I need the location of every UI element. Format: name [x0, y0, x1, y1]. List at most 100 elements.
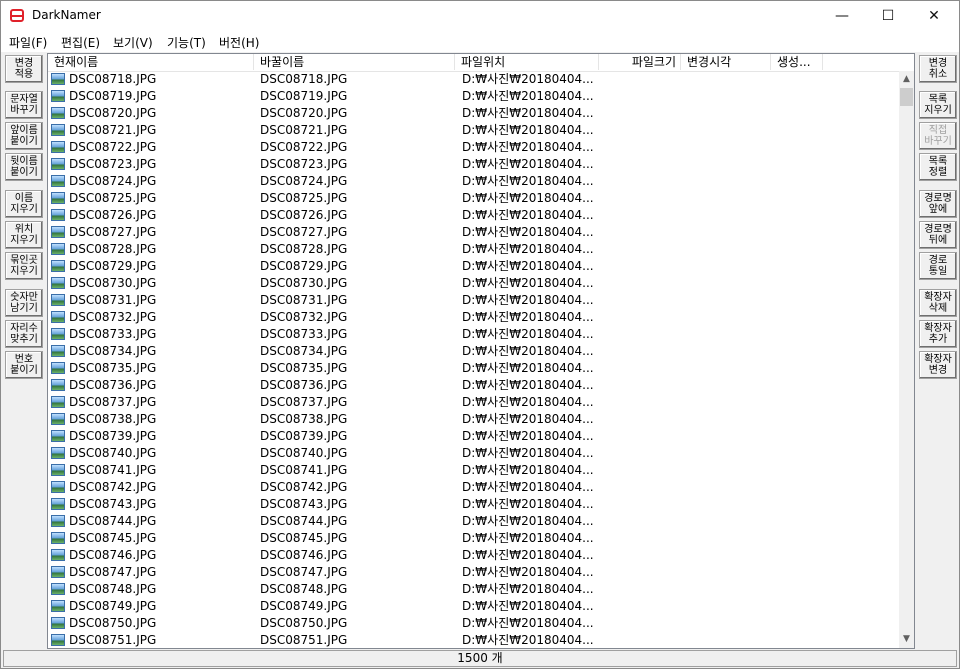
- path-cell: D:₩사진₩20180404...: [462, 446, 594, 460]
- add-extension-button[interactable]: 확장자 추가: [919, 320, 957, 348]
- remove-position-button[interactable]: 위치 지우기: [5, 221, 43, 249]
- path-cell: D:₩사진₩20180404...: [462, 72, 594, 86]
- maximize-button[interactable]: ☐: [865, 1, 911, 31]
- current-name-cell: DSC08718.JPG: [69, 72, 157, 86]
- path-prefix-button[interactable]: 경로명 앞에: [919, 190, 957, 218]
- table-row[interactable]: DSC08750.JPG DSC08750.JPG D:₩사진₩20180404..…: [48, 615, 899, 632]
- table-row[interactable]: DSC08741.JPG DSC08741.JPG D:₩사진₩20180404..…: [48, 462, 899, 479]
- menu-edit[interactable]: 편집(E): [61, 34, 100, 51]
- new-name-cell: DSC08729.JPG: [260, 259, 348, 273]
- column-current-name[interactable]: 현재이름: [48, 54, 254, 70]
- close-button[interactable]: ✕: [911, 1, 957, 31]
- current-name-cell: DSC08736.JPG: [69, 378, 157, 392]
- scroll-down-icon[interactable]: ▼: [899, 631, 914, 648]
- table-row[interactable]: DSC08739.JPG DSC08739.JPG D:₩사진₩20180404..…: [48, 428, 899, 445]
- menu-view[interactable]: 보기(V): [113, 34, 153, 51]
- scroll-up-icon[interactable]: ▲: [899, 71, 914, 88]
- table-row[interactable]: DSC08720.JPG DSC08720.JPG D:₩사진₩20180404..…: [48, 105, 899, 122]
- image-file-icon: [51, 277, 65, 289]
- scroll-thumb[interactable]: [900, 88, 913, 106]
- column-path[interactable]: 파일위치: [455, 54, 599, 70]
- table-row[interactable]: DSC08747.JPG DSC08747.JPG D:₩사진₩20180404..…: [48, 564, 899, 581]
- table-row[interactable]: DSC08719.JPG DSC08719.JPG D:₩사진₩20180404..…: [48, 88, 899, 105]
- table-row[interactable]: DSC08727.JPG DSC08727.JPG D:₩사진₩20180404..…: [48, 224, 899, 241]
- path-cell: D:₩사진₩20180404...: [462, 344, 594, 358]
- column-size[interactable]: 파일크기: [599, 54, 681, 70]
- new-name-cell: DSC08745.JPG: [260, 531, 348, 545]
- table-row[interactable]: DSC08728.JPG DSC08728.JPG D:₩사진₩20180404..…: [48, 241, 899, 258]
- new-name-cell: DSC08749.JPG: [260, 599, 348, 613]
- change-extension-button[interactable]: 확장자 변경: [919, 351, 957, 379]
- table-row[interactable]: DSC08735.JPG DSC08735.JPG D:₩사진₩20180404..…: [48, 360, 899, 377]
- table-row[interactable]: DSC08746.JPG DSC08746.JPG D:₩사진₩20180404..…: [48, 547, 899, 564]
- table-row[interactable]: DSC08734.JPG DSC08734.JPG D:₩사진₩20180404..…: [48, 343, 899, 360]
- path-cell: D:₩사진₩20180404...: [462, 89, 594, 103]
- new-name-cell: DSC08735.JPG: [260, 361, 348, 375]
- table-row[interactable]: DSC08744.JPG DSC08744.JPG D:₩사진₩20180404..…: [48, 513, 899, 530]
- table-row[interactable]: DSC08751.JPG DSC08751.JPG D:₩사진₩20180404..…: [48, 632, 899, 648]
- table-row[interactable]: DSC08745.JPG DSC08745.JPG D:₩사진₩20180404..…: [48, 530, 899, 547]
- menu-version[interactable]: 버전(H): [219, 34, 259, 51]
- image-file-icon: [51, 294, 65, 306]
- menu-file[interactable]: 파일(F): [9, 34, 47, 51]
- new-name-cell: DSC08748.JPG: [260, 582, 348, 596]
- table-row[interactable]: DSC08729.JPG DSC08729.JPG D:₩사진₩20180404..…: [48, 258, 899, 275]
- replace-string-button[interactable]: 문자열 바꾸기: [5, 91, 43, 119]
- table-row[interactable]: DSC08740.JPG DSC08740.JPG D:₩사진₩20180404..…: [48, 445, 899, 462]
- path-cell: D:₩사진₩20180404...: [462, 106, 594, 120]
- table-row[interactable]: DSC08730.JPG DSC08730.JPG D:₩사진₩20180404..…: [48, 275, 899, 292]
- table-row[interactable]: DSC08721.JPG DSC08721.JPG D:₩사진₩20180404..…: [48, 122, 899, 139]
- minimize-button[interactable]: —: [819, 1, 865, 31]
- unify-path-button[interactable]: 경로 통일: [919, 252, 957, 280]
- table-row[interactable]: DSC08749.JPG DSC08749.JPG D:₩사진₩20180404..…: [48, 598, 899, 615]
- table-row[interactable]: DSC08748.JPG DSC08748.JPG D:₩사진₩20180404..…: [48, 581, 899, 598]
- file-list[interactable]: 현재이름 바꿀이름 파일위치 파일크기 변경시각 생성... DSC08718.…: [47, 53, 915, 649]
- undo-changes-button[interactable]: 변경 취소: [919, 55, 957, 83]
- table-row[interactable]: DSC08733.JPG DSC08733.JPG D:₩사진₩20180404..…: [48, 326, 899, 343]
- table-row[interactable]: DSC08723.JPG DSC08723.JPG D:₩사진₩20180404..…: [48, 156, 899, 173]
- table-row[interactable]: DSC08722.JPG DSC08722.JPG D:₩사진₩20180404..…: [48, 139, 899, 156]
- table-row[interactable]: DSC08736.JPG DSC08736.JPG D:₩사진₩20180404..…: [48, 377, 899, 394]
- path-cell: D:₩사진₩20180404...: [462, 174, 594, 188]
- suffix-name-button[interactable]: 뒷이름 붙이기: [5, 153, 43, 181]
- current-name-cell: DSC08751.JPG: [69, 633, 157, 647]
- new-name-cell: DSC08725.JPG: [260, 191, 348, 205]
- table-row[interactable]: DSC08725.JPG DSC08725.JPG D:₩사진₩20180404..…: [48, 190, 899, 207]
- direct-rename-button[interactable]: 직접 바꾸기: [919, 122, 957, 150]
- table-row[interactable]: DSC08743.JPG DSC08743.JPG D:₩사진₩20180404..…: [48, 496, 899, 513]
- prefix-name-button[interactable]: 앞이름 붙이기: [5, 122, 43, 150]
- path-cell: D:₩사진₩20180404...: [462, 310, 594, 324]
- column-modified[interactable]: 변경시각: [681, 54, 771, 70]
- path-cell: D:₩사진₩20180404...: [462, 412, 594, 426]
- vertical-scrollbar[interactable]: ▲ ▼: [899, 71, 914, 648]
- delete-extension-button[interactable]: 확장자 삭제: [919, 289, 957, 317]
- table-row[interactable]: DSC08738.JPG DSC08738.JPG D:₩사진₩20180404..…: [48, 411, 899, 428]
- table-row[interactable]: DSC08726.JPG DSC08726.JPG D:₩사진₩20180404..…: [48, 207, 899, 224]
- menu-tools[interactable]: 기능(T): [167, 34, 206, 51]
- table-row[interactable]: DSC08732.JPG DSC08732.JPG D:₩사진₩20180404..…: [48, 309, 899, 326]
- clear-list-button[interactable]: 목록 지우기: [919, 91, 957, 119]
- path-suffix-button[interactable]: 경로명 뒤에: [919, 221, 957, 249]
- pad-digits-button[interactable]: 자리수 맞추기: [5, 320, 43, 348]
- keep-numbers-button[interactable]: 숫자만 남기기: [5, 289, 43, 317]
- apply-changes-button[interactable]: 변경 적용: [5, 55, 43, 83]
- path-cell: D:₩사진₩20180404...: [462, 548, 594, 562]
- remove-bracketed-button[interactable]: 묶인곳 지우기: [5, 252, 43, 280]
- image-file-icon: [51, 124, 65, 136]
- table-row[interactable]: DSC08742.JPG DSC08742.JPG D:₩사진₩20180404..…: [48, 479, 899, 496]
- path-cell: D:₩사진₩20180404...: [462, 378, 594, 392]
- table-row[interactable]: DSC08724.JPG DSC08724.JPG D:₩사진₩20180404..…: [48, 173, 899, 190]
- title-bar[interactable]: DarkNamer — ☐ ✕: [1, 1, 959, 31]
- current-name-cell: DSC08739.JPG: [69, 429, 157, 443]
- column-created[interactable]: 생성...: [771, 54, 823, 70]
- column-new-name[interactable]: 바꿀이름: [254, 54, 455, 70]
- add-number-button[interactable]: 번호 붙이기: [5, 351, 43, 379]
- remove-name-button[interactable]: 이름 지우기: [5, 190, 43, 218]
- path-cell: D:₩사진₩20180404...: [462, 497, 594, 511]
- table-row[interactable]: DSC08718.JPG DSC08718.JPG D:₩사진₩20180404..…: [48, 71, 899, 88]
- table-row[interactable]: DSC08737.JPG DSC08737.JPG D:₩사진₩20180404..…: [48, 394, 899, 411]
- status-bar: 1500 개: [3, 650, 957, 667]
- sort-list-button[interactable]: 목록 정렬: [919, 153, 957, 181]
- table-row[interactable]: DSC08731.JPG DSC08731.JPG D:₩사진₩20180404..…: [48, 292, 899, 309]
- new-name-cell: DSC08719.JPG: [260, 89, 348, 103]
